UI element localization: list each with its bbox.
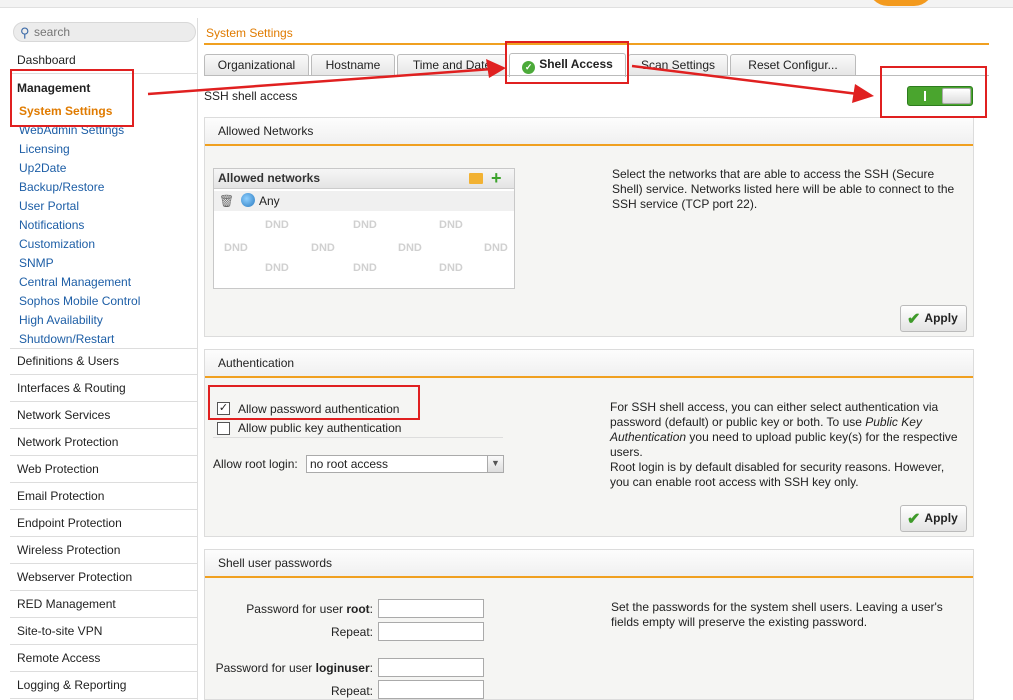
sidebar-item-licensing[interactable]: Licensing — [19, 142, 70, 156]
tab-hostname[interactable]: Hostname — [311, 54, 395, 75]
checkmark-icon: ✔ — [907, 310, 921, 328]
sidebar-section-logging-reporting[interactable]: Logging & Reporting — [10, 672, 198, 699]
sidebar-item-up2date[interactable]: Up2Date — [19, 161, 66, 175]
dropdown-arrow-icon: ▼ — [487, 456, 503, 472]
sidebar-item-snmp[interactable]: SNMP — [19, 256, 54, 270]
login-user-name: loginuser — [315, 661, 370, 675]
sidebar-item-customization[interactable]: Customization — [19, 237, 95, 251]
trash-icon[interactable]: 🗑 — [219, 194, 234, 208]
dnd-placeholder: DND — [265, 219, 289, 231]
annotation-box-toggle — [880, 66, 987, 118]
dnd-placeholder: DND — [311, 242, 335, 254]
allowed-networks-description: Select the networks that are able to acc… — [612, 167, 955, 211]
sidebar-item-notifications[interactable]: Notifications — [19, 218, 84, 232]
dnd-placeholder: DND — [398, 242, 422, 254]
globe-icon — [241, 193, 255, 207]
root-login-label: Allow root login: — [213, 457, 298, 471]
dnd-placeholder: DND — [353, 262, 377, 274]
top-bar — [0, 0, 1013, 8]
loginuser-repeat-input[interactable] — [378, 680, 484, 699]
authentication-description: For SSH shell access, you can either sel… — [610, 400, 965, 490]
search-box[interactable]: ⚲ — [13, 22, 196, 42]
sidebar-item-high-availability[interactable]: High Availability — [19, 313, 103, 327]
loginuser-repeat-label: Repeat: — [330, 684, 373, 698]
root-repeat-label: Repeat: — [330, 625, 373, 639]
sidebar-section-network-protection[interactable]: Network Protection — [10, 429, 198, 456]
dnd-placeholder: DND — [439, 219, 463, 231]
annotation-box-shell-access — [505, 41, 629, 84]
sidebar-section-red-management[interactable]: RED Management — [10, 591, 198, 618]
allowed-networks-apply-button[interactable]: ✔ Apply — [900, 305, 967, 332]
root-user-name: root — [346, 602, 370, 616]
root-password-label-prefix: Password for user — [246, 602, 347, 616]
allowed-networks-header: Allowed Networks — [205, 118, 973, 146]
sidebar-section-web-protection[interactable]: Web Protection — [10, 456, 198, 483]
tab-organizational[interactable]: Organizational — [204, 54, 309, 75]
pubkey-auth-checkbox[interactable] — [217, 422, 230, 435]
folder-icon[interactable] — [469, 173, 483, 184]
dnd-placeholder: DND — [439, 262, 463, 274]
root-login-select[interactable]: no root access ▼ — [306, 455, 504, 473]
tab-reset-configuration[interactable]: Reset Configur... — [730, 54, 856, 75]
sidebar-section-webserver-protection[interactable]: Webserver Protection — [10, 564, 198, 591]
annotation-box-management — [10, 69, 134, 127]
apply-label: Apply — [924, 310, 958, 325]
loginuser-password-label-prefix: Password for user — [215, 661, 316, 675]
sidebar-section-endpoint-protection[interactable]: Endpoint Protection — [10, 510, 198, 537]
loginuser-password-input[interactable] — [378, 658, 484, 677]
search-input[interactable] — [34, 24, 184, 40]
sidebar-section-interfaces-routing[interactable]: Interfaces & Routing — [10, 375, 198, 402]
divider — [213, 437, 503, 438]
authentication-header: Authentication — [205, 350, 973, 378]
search-icon: ⚲ — [20, 25, 30, 40]
root-login-value: no root access — [310, 457, 389, 471]
dnd-placeholder: DND — [484, 242, 508, 254]
root-repeat-input[interactable] — [378, 622, 484, 641]
pubkey-auth-label: Allow public key authentication — [238, 421, 402, 435]
annotation-box-password-auth — [208, 385, 420, 420]
loginuser-password-label: Password for user loginuser: — [215, 661, 373, 675]
dnd-placeholder: DND — [224, 242, 248, 254]
plus-icon[interactable]: + — [491, 168, 502, 188]
auth-desc-part-3: Root login is by default disabled for se… — [610, 460, 945, 489]
root-password-label: Password for user root: — [246, 602, 373, 616]
sidebar-item-backup-restore[interactable]: Backup/Restore — [19, 180, 104, 194]
dnd-placeholder: DND — [353, 219, 377, 231]
dnd-placeholder: DND — [265, 262, 289, 274]
tab-scan-settings[interactable]: Scan Settings — [628, 54, 728, 75]
network-name: Any — [259, 194, 280, 208]
page-title: System Settings — [206, 26, 293, 40]
sidebar-item-user-portal[interactable]: User Portal — [19, 199, 79, 213]
tab-time-and-date[interactable]: Time and Date — [397, 54, 507, 75]
sidebar-section-wireless-protection[interactable]: Wireless Protection — [10, 537, 198, 564]
ssh-shell-access-label: SSH shell access — [204, 89, 298, 103]
sidebar-section-remote-access[interactable]: Remote Access — [10, 645, 198, 672]
checkmark-icon: ✔ — [907, 510, 921, 528]
apply-label: Apply — [924, 510, 958, 525]
allowed-networks-box-title: Allowed networks — [218, 171, 321, 185]
sidebar-section-definitions-users[interactable]: Definitions & Users — [10, 348, 198, 375]
shell-passwords-header: Shell user passwords — [205, 550, 973, 578]
sidebar-section-network-services[interactable]: Network Services — [10, 402, 198, 429]
sidebar-item-shutdown-restart[interactable]: Shutdown/Restart — [19, 332, 114, 346]
sidebar-item-central-management[interactable]: Central Management — [19, 275, 131, 289]
sidebar-section-site-to-site-vpn[interactable]: Site-to-site VPN — [10, 618, 198, 645]
allowed-networks-box[interactable]: Allowed networks + 🗑 Any DND DND DND DND… — [213, 168, 515, 289]
list-item[interactable]: 🗑 Any — [214, 191, 514, 211]
sidebar-item-sophos-mobile-control[interactable]: Sophos Mobile Control — [19, 294, 140, 308]
authentication-apply-button[interactable]: ✔ Apply — [900, 505, 967, 532]
sidebar-section-email-protection[interactable]: Email Protection — [10, 483, 198, 510]
root-password-input[interactable] — [378, 599, 484, 618]
shell-passwords-description: Set the passwords for the system shell u… — [611, 600, 943, 629]
